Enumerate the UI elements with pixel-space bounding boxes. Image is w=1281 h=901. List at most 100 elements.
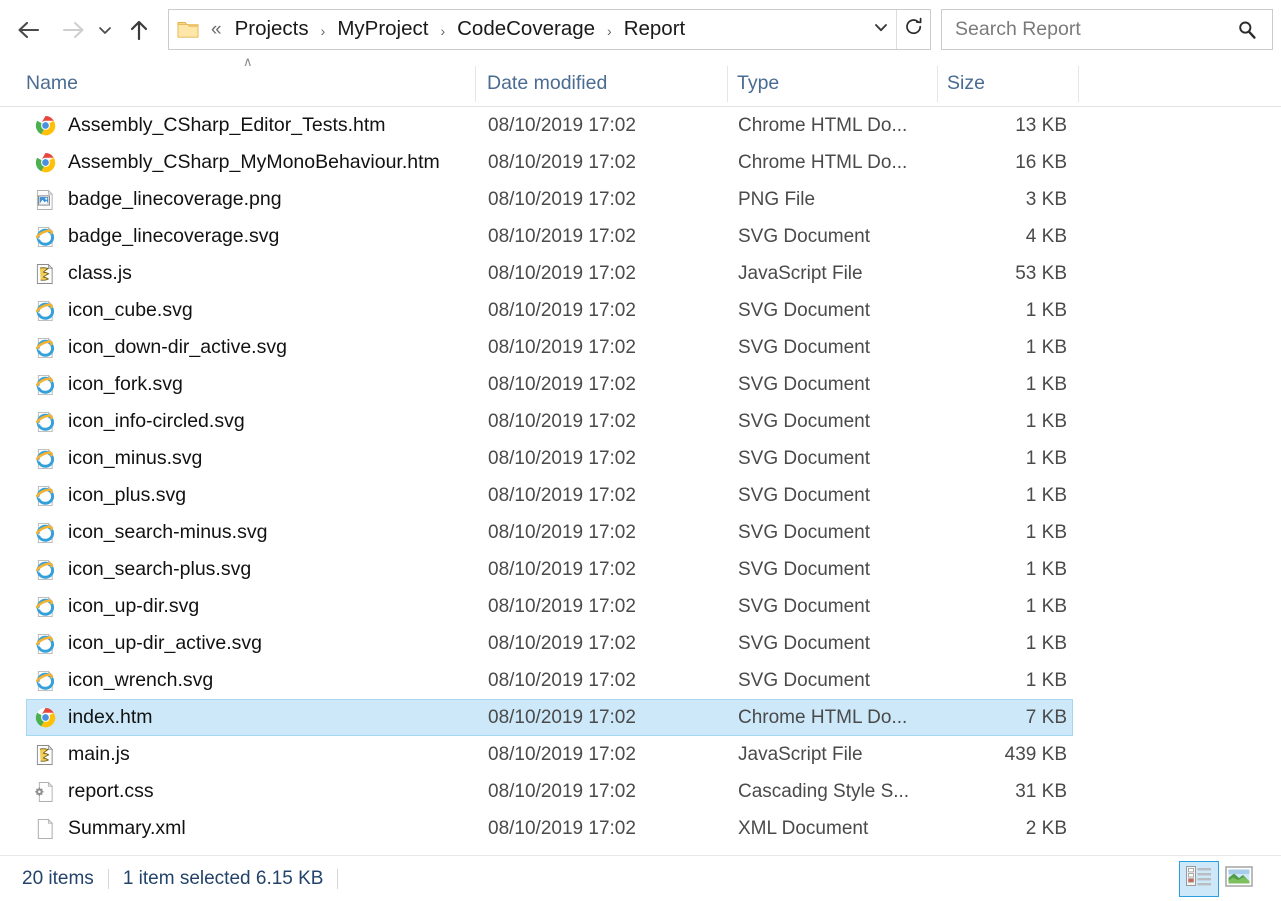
details-view-icon [1185, 864, 1213, 893]
recent-locations-button[interactable] [92, 10, 118, 50]
up-button[interactable] [122, 10, 156, 50]
file-name-cell[interactable]: icon_wrench.svg [27, 663, 213, 698]
file-name-cell[interactable]: report.css [27, 774, 154, 809]
search-input[interactable] [955, 18, 1232, 41]
search-box[interactable] [941, 9, 1273, 50]
arrow-up-icon [127, 18, 151, 42]
refresh-button[interactable] [896, 10, 930, 49]
file-name-cell[interactable]: icon_info-circled.svg [27, 404, 245, 439]
file-date-cell: 08/10/2019 17:02 [488, 521, 636, 543]
file-row[interactable]: icon_plus.svg 08/10/2019 17:02 SVG Documen… [26, 477, 1073, 514]
status-selection-info: 1 item selected 6.15 KB [122, 867, 324, 889]
breadcrumb-separator[interactable]: › [598, 24, 621, 38]
file-type-cell: PNG File [738, 188, 816, 210]
file-row[interactable]: Summary.xml 08/10/2019 17:02 XML Document 2… [26, 810, 1073, 847]
file-name-cell[interactable]: badge_linecoverage.svg [27, 219, 279, 254]
forward-button[interactable] [56, 10, 90, 50]
column-header-date-modified[interactable]: Date modified [487, 59, 607, 107]
file-date-cell: 08/10/2019 17:02 [488, 743, 636, 765]
address-dropdown-button[interactable] [866, 10, 896, 49]
file-name-cell[interactable]: index.htm [27, 700, 153, 735]
file-row[interactable]: icon_search-plus.svg 08/10/2019 17:02 SVG … [26, 551, 1073, 588]
column-header-type[interactable]: Type [737, 59, 779, 107]
file-name-text: badge_linecoverage.png [68, 187, 282, 210]
file-row[interactable]: Assembly_CSharp_Editor_Tests.htm 08/10/20… [26, 107, 1073, 144]
file-row[interactable]: class.js 08/10/2019 17:02 JavaScript File 5… [26, 255, 1073, 292]
column-divider[interactable] [727, 66, 728, 102]
file-row[interactable]: index.htm 08/10/2019 17:02 Chrome HTML Do.… [26, 699, 1073, 736]
breadcrumb-overflow[interactable]: « [207, 20, 232, 39]
file-row[interactable]: icon_fork.svg 08/10/2019 17:02 SVG Documen… [26, 366, 1073, 403]
breadcrumb-item-report[interactable]: Report [621, 17, 689, 42]
column-divider[interactable] [937, 66, 938, 102]
breadcrumb-item-codecoverage[interactable]: CodeCoverage [454, 17, 598, 42]
file-type-cell: SVG Document [738, 669, 870, 691]
file-size-cell: 53 KB [1015, 262, 1067, 284]
search-icon[interactable] [1232, 19, 1266, 41]
file-date-cell: 08/10/2019 17:02 [488, 447, 636, 469]
file-date-cell: 08/10/2019 17:02 [488, 595, 636, 617]
file-name-cell[interactable]: icon_search-minus.svg [27, 515, 267, 550]
file-row[interactable]: icon_up-dir.svg 08/10/2019 17:02 SVG Docum… [26, 588, 1073, 625]
file-name-cell[interactable]: icon_minus.svg [27, 441, 202, 476]
file-name-text: icon_fork.svg [68, 372, 183, 395]
file-name-text: icon_minus.svg [68, 446, 203, 469]
file-row[interactable]: badge_linecoverage.svg 08/10/2019 17:02 SV… [26, 218, 1073, 255]
breadcrumb-separator[interactable]: › [431, 24, 454, 38]
file-name-text: Assembly_CSharp_Editor_Tests.htm [68, 113, 386, 136]
file-name-cell[interactable]: icon_search-plus.svg [27, 552, 251, 587]
file-date-cell: 08/10/2019 17:02 [488, 151, 636, 173]
file-list[interactable]: Assembly_CSharp_Editor_Tests.htm 08/10/20… [0, 107, 1281, 855]
breadcrumb-item-projects[interactable]: Projects [232, 17, 312, 42]
file-row[interactable]: icon_search-minus.svg 08/10/2019 17:02 SVG… [26, 514, 1073, 551]
file-size-cell: 1 KB [1025, 595, 1067, 617]
file-type-cell: JavaScript File [738, 262, 863, 284]
file-row[interactable]: main.js 08/10/2019 17:02 JavaScript File 43… [26, 736, 1073, 773]
file-name-cell[interactable]: icon_up-dir.svg [27, 589, 199, 624]
arrow-left-icon [16, 19, 42, 41]
file-row[interactable]: icon_cube.svg 08/10/2019 17:02 SVG Documen… [26, 292, 1073, 329]
file-size-cell: 1 KB [1025, 447, 1067, 469]
column-divider[interactable] [475, 66, 476, 102]
file-row[interactable]: icon_down-dir_active.svg 08/10/2019 17:02… [26, 329, 1073, 366]
file-row[interactable]: badge_linecoverage.png 08/10/2019 17:02 PN… [26, 181, 1073, 218]
file-row[interactable]: report.css 08/10/2019 17:02 Cascading Styl… [26, 773, 1073, 810]
address-bar[interactable]: « Projects › MyProject › CodeCoverage › … [168, 9, 931, 50]
file-name-cell[interactable]: Summary.xml [27, 811, 186, 846]
file-name-cell[interactable]: icon_down-dir_active.svg [27, 330, 287, 365]
file-name-cell[interactable]: badge_linecoverage.png [27, 182, 282, 217]
column-header-size[interactable]: Size [947, 59, 985, 107]
file-row[interactable]: Assembly_CSharp_MyMonoBehaviour.htm 08/10… [26, 144, 1073, 181]
column-header-name[interactable]: Name [26, 59, 78, 107]
file-name-cell[interactable]: Assembly_CSharp_Editor_Tests.htm [27, 108, 386, 143]
file-name-text: icon_wrench.svg [68, 668, 214, 691]
file-row[interactable]: icon_info-circled.svg 08/10/2019 17:02 SVG… [26, 403, 1073, 440]
details-view-button[interactable] [1179, 860, 1219, 897]
column-divider[interactable] [1078, 66, 1079, 102]
file-name-cell[interactable]: icon_fork.svg [27, 367, 183, 402]
css-file-icon [35, 781, 56, 803]
breadcrumb-item-myproject[interactable]: MyProject [334, 17, 431, 42]
breadcrumb[interactable]: « Projects › MyProject › CodeCoverage › … [169, 10, 866, 49]
file-name-cell[interactable]: icon_cube.svg [27, 293, 193, 328]
arrow-right-icon [60, 19, 86, 41]
file-row[interactable]: icon_minus.svg 08/10/2019 17:02 SVG Docume… [26, 440, 1073, 477]
file-row[interactable]: icon_wrench.svg 08/10/2019 17:02 SVG Docum… [26, 662, 1073, 699]
large-icons-view-button[interactable] [1219, 861, 1259, 897]
file-name-cell[interactable]: icon_plus.svg [27, 478, 186, 513]
file-name-text: icon_up-dir.svg [68, 594, 200, 617]
breadcrumb-separator[interactable]: › [312, 24, 335, 38]
file-name-cell[interactable]: class.js [27, 256, 132, 291]
file-row[interactable]: icon_up-dir_active.svg 08/10/2019 17:02 SV… [26, 625, 1073, 662]
back-button[interactable] [12, 10, 46, 50]
file-name-text: icon_cube.svg [68, 298, 193, 321]
file-size-cell: 1 KB [1025, 484, 1067, 506]
file-type-cell: SVG Document [738, 299, 870, 321]
file-name-cell[interactable]: main.js [27, 737, 130, 772]
file-name-cell[interactable]: Assembly_CSharp_MyMonoBehaviour.htm [27, 145, 440, 180]
file-name-cell[interactable]: icon_up-dir_active.svg [27, 626, 262, 661]
file-name-text: icon_up-dir_active.svg [68, 631, 263, 654]
sort-ascending-icon: ∧ [243, 54, 253, 69]
large-icons-view-icon [1224, 864, 1254, 893]
file-date-cell: 08/10/2019 17:02 [488, 373, 636, 395]
